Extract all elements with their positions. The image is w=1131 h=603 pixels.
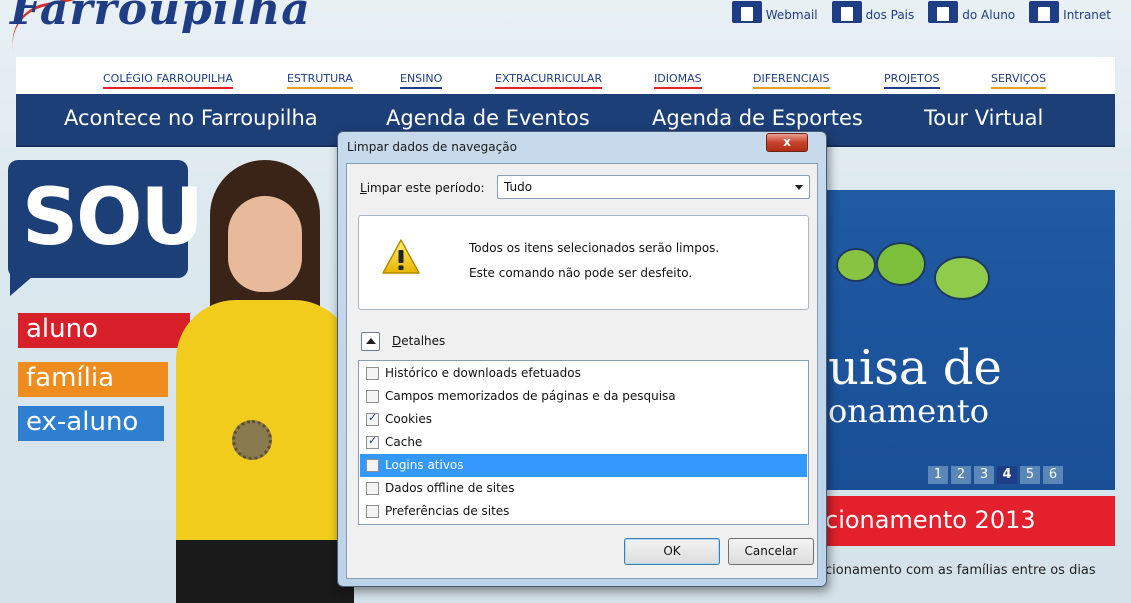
warning-line-2: Este comando não pode ser desfeito. xyxy=(469,266,693,280)
top-link-pais[interactable]: dos Pais xyxy=(831,1,914,23)
list-item-logins[interactable]: Logins ativos xyxy=(360,454,807,477)
banner-subtitle: onamento xyxy=(828,392,989,430)
checkbox[interactable] xyxy=(366,459,379,472)
top-link-intranet[interactable]: Intranet xyxy=(1029,1,1111,23)
pager-4[interactable]: 4 xyxy=(997,466,1017,484)
nav-ensino[interactable]: ENSINO xyxy=(400,72,443,89)
nav-estrutura[interactable]: ESTRUTURA xyxy=(287,72,353,89)
checkbox[interactable] xyxy=(366,367,379,380)
checkbox[interactable] xyxy=(366,434,379,449)
list-item-preferencias[interactable]: Preferências de sites xyxy=(360,500,807,523)
checkbox[interactable] xyxy=(366,505,379,518)
pager-1[interactable]: 1 xyxy=(928,466,948,484)
close-button[interactable]: x xyxy=(766,133,808,152)
pais-icon xyxy=(831,1,862,23)
details-label[interactable]: Detalhes xyxy=(392,334,445,348)
nav-extracurricular[interactable]: EXTRACURRICULAR xyxy=(495,72,603,89)
tag-ex-aluno[interactable]: ex-aluno xyxy=(18,406,164,441)
sou-bubble-tail xyxy=(10,270,40,296)
photo-face xyxy=(228,196,302,292)
photo-necklace xyxy=(232,420,272,460)
list-item-cache[interactable]: Cache xyxy=(360,431,807,454)
pager-6[interactable]: 6 xyxy=(1043,466,1063,484)
top-link-aluno[interactable]: do Aluno xyxy=(928,1,1015,23)
period-label: Limpar este período: xyxy=(360,181,485,195)
nav-agenda-eventos[interactable]: Agenda de Eventos xyxy=(386,106,590,130)
sou-heading: SOU xyxy=(22,173,204,263)
warning-box: Todos os itens selecionados serão limpos… xyxy=(358,215,809,310)
checkbox[interactable] xyxy=(366,411,379,426)
banner-title: uisa de xyxy=(828,340,1002,396)
photo-skirt xyxy=(176,540,354,603)
list-item-campos[interactable]: Campos memorizados de páginas e da pesqu… xyxy=(360,385,807,408)
tag-aluno[interactable]: aluno xyxy=(18,313,190,348)
site-logo[interactable]: Farroupilha xyxy=(10,0,311,35)
dialog-title: Limpar dados de navegação xyxy=(347,140,517,154)
nav-projetos[interactable]: PROJETOS xyxy=(884,72,940,89)
top-links: Webmail dos Pais do Aluno Intranet xyxy=(731,0,1111,30)
warning-line-1: Todos os itens selecionados serão limpos… xyxy=(469,241,720,255)
nav-agenda-esportes[interactable]: Agenda de Esportes xyxy=(652,106,863,130)
dialog-body: Limpar este período: Tudo Todos os itens… xyxy=(346,163,818,579)
nav-servicos[interactable]: SERVIÇOS xyxy=(991,72,1047,89)
intranet-icon xyxy=(1029,1,1060,23)
cancel-button[interactable]: Cancelar xyxy=(728,538,814,565)
nav-acontece[interactable]: Acontece no Farroupilha xyxy=(64,106,318,130)
dropdown-arrow-icon xyxy=(795,185,803,190)
nav-idiomas[interactable]: IDIOMAS xyxy=(654,72,702,89)
banner-pager: 1 2 3 4 5 6 xyxy=(928,466,1063,484)
warning-icon xyxy=(382,239,420,274)
list-item-dados-offline[interactable]: Dados offline de sites xyxy=(360,477,807,500)
nav-tour-virtual[interactable]: Tour Virtual xyxy=(924,106,1043,130)
speech-cloud-icon xyxy=(876,242,926,286)
top-link-webmail[interactable]: Webmail xyxy=(731,1,818,23)
main-nav: COLÉGIO FARROUPILHA ESTRUTURA ENSINO EXT… xyxy=(16,57,1115,94)
clear-history-dialog: Limpar dados de navegação x Limpar este … xyxy=(337,131,827,587)
banner-caption: cionamento com as famílias entre os dias xyxy=(825,563,1096,578)
nav-diferenciais[interactable]: DIFERENCIAIS xyxy=(753,72,830,89)
tag-familia[interactable]: família xyxy=(18,362,168,397)
speech-cloud-icon xyxy=(836,248,876,282)
nav-colegio[interactable]: COLÉGIO FARROUPILHA xyxy=(103,72,233,89)
checkbox[interactable] xyxy=(366,390,379,403)
details-toggle-button[interactable] xyxy=(361,332,380,351)
student-photo xyxy=(176,160,354,603)
pager-2[interactable]: 2 xyxy=(951,466,971,484)
ok-button[interactable]: OK xyxy=(624,538,720,565)
red-banner-text: cionamento 2013 xyxy=(825,506,1036,534)
pager-5[interactable]: 5 xyxy=(1020,466,1040,484)
pager-3[interactable]: 3 xyxy=(974,466,994,484)
checkbox[interactable] xyxy=(366,482,379,495)
aluno-icon xyxy=(928,1,959,23)
speech-cloud-icon xyxy=(934,256,990,300)
list-item-historico[interactable]: Histórico e downloads efetuados xyxy=(360,362,807,385)
period-select[interactable]: Tudo xyxy=(497,175,810,199)
clear-items-list: Histórico e downloads efetuados Campos m… xyxy=(358,360,809,525)
list-item-cookies[interactable]: Cookies xyxy=(360,408,807,431)
webmail-icon xyxy=(731,1,762,23)
